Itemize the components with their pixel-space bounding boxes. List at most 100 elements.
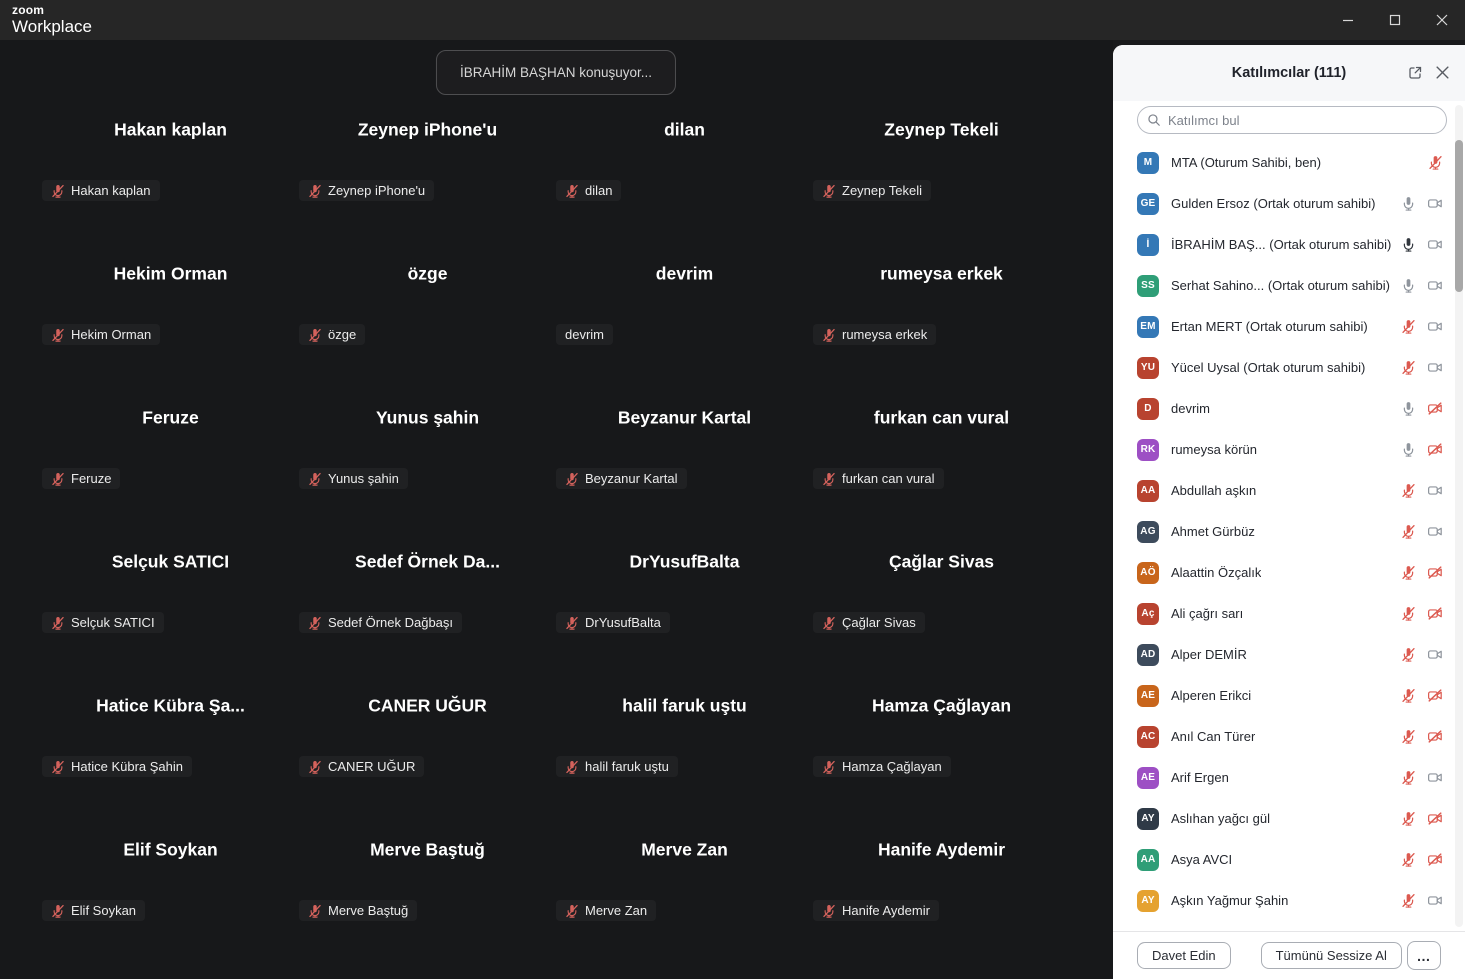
- mic-muted-icon: [308, 616, 322, 630]
- participant-tile[interactable]: Merve Baştuğ Merve Baştuğ: [299, 778, 556, 922]
- mic-muted-icon: [1401, 729, 1416, 744]
- participant-tile[interactable]: Hamza Çağlayan Hamza Çağlayan: [813, 634, 1070, 778]
- participant-status-icons: [1428, 155, 1443, 170]
- popout-panel-icon[interactable]: [1407, 65, 1423, 81]
- minimize-icon: [1342, 14, 1354, 26]
- participant-tile[interactable]: Selçuk SATICI Selçuk SATICI: [42, 490, 299, 634]
- participant-row[interactable]: AA Abdullah aşkın: [1113, 470, 1453, 511]
- participant-tile[interactable]: Sedef Örnek Da... Sedef Örnek Dağbaşı: [299, 490, 556, 634]
- mic-muted-icon: [1401, 606, 1416, 621]
- mic-muted-icon: [1428, 155, 1443, 170]
- participant-tile[interactable]: özge özge: [299, 202, 556, 346]
- participant-label-text: DrYusufBalta: [585, 615, 661, 630]
- close-window-button[interactable]: [1418, 0, 1465, 40]
- participant-row[interactable]: EM Ertan MERT (Ortak oturum sahibi): [1113, 306, 1453, 347]
- avatar: RK: [1137, 439, 1159, 461]
- logo-workplace-text: Workplace: [12, 18, 92, 35]
- participant-tile[interactable]: Hatice Kübra Şa... Hatice Kübra Şahin: [42, 634, 299, 778]
- participant-tile[interactable]: Hakan kaplan Hakan kaplan: [42, 58, 299, 202]
- participant-name-label: Zeynep Tekeli: [813, 180, 931, 201]
- participant-row[interactable]: AE Arif Ergen: [1113, 757, 1453, 798]
- participant-label-text: Selçuk SATICI: [71, 615, 155, 630]
- invite-button[interactable]: Davet Edin: [1137, 942, 1231, 969]
- participant-row[interactable]: AD Alper DEMİR: [1113, 634, 1453, 675]
- participant-name: Yücel Uysal (Ortak oturum sahibi): [1171, 360, 1365, 375]
- camera-off-icon: [1427, 688, 1443, 703]
- participant-tile[interactable]: Elif Soykan Elif Soykan: [42, 778, 299, 922]
- participant-row[interactable]: AC Anıl Can Türer: [1113, 716, 1453, 757]
- close-panel-icon[interactable]: [1435, 65, 1450, 80]
- participant-name: Ali çağrı sarı: [1171, 606, 1243, 621]
- participant-tile[interactable]: Beyzanur Kartal Beyzanur Kartal: [556, 346, 813, 490]
- participant-row[interactable]: AY Aşkın Yağmur Şahin: [1113, 880, 1453, 921]
- participant-tile[interactable]: CANER UĞUR CANER UĞUR: [299, 634, 556, 778]
- participant-name-label: Zeynep iPhone'u: [299, 180, 434, 201]
- participant-tile[interactable]: halil faruk uştu halil faruk uştu: [556, 634, 813, 778]
- mic-muted-icon: [308, 472, 322, 486]
- avatar: AÖ: [1137, 562, 1159, 584]
- camera-off-icon: [1427, 811, 1443, 826]
- participant-row[interactable]: İ İBRAHİM BAŞ... (Ortak oturum sahibi): [1113, 224, 1453, 265]
- maximize-button[interactable]: [1371, 0, 1418, 40]
- participant-tile[interactable]: Hanife Aydemir Hanife Aydemir: [813, 778, 1070, 922]
- participant-label-text: halil faruk uştu: [585, 759, 669, 774]
- mic-muted-icon: [822, 472, 836, 486]
- participant-display-name: Hamza Çağlayan: [813, 696, 1070, 717]
- participant-row[interactable]: AY Aslıhan yağcı gül: [1113, 798, 1453, 839]
- participant-display-name: halil faruk uştu: [556, 696, 813, 717]
- more-options-button[interactable]: …: [1407, 941, 1441, 970]
- camera-off-icon: [1427, 606, 1443, 621]
- participant-row[interactable]: D devrim: [1113, 388, 1453, 429]
- mic-muted-icon: [308, 328, 322, 342]
- participant-tile[interactable]: Hekim Orman Hekim Orman: [42, 202, 299, 346]
- participant-label-text: Hekim Orman: [71, 327, 151, 342]
- participant-name-label: Çağlar Sivas: [813, 612, 925, 633]
- participant-label-text: Yunus şahin: [328, 471, 399, 486]
- mic-muted-icon: [1401, 647, 1416, 662]
- participant-row[interactable]: AÖ Alaattin Özçalık: [1113, 552, 1453, 593]
- participant-row[interactable]: YU Yücel Uysal (Ortak oturum sahibi): [1113, 347, 1453, 388]
- camera-off-icon: [1427, 442, 1443, 457]
- mic-on-icon: [1401, 278, 1416, 293]
- panel-footer: Davet Edin Tümünü Sessize Al …: [1113, 931, 1465, 979]
- mute-all-button[interactable]: Tümünü Sessize Al: [1261, 942, 1402, 969]
- mic-muted-icon: [1401, 852, 1416, 867]
- participants-title: Katılımcılar (111): [1232, 65, 1346, 81]
- participant-name-label: Beyzanur Kartal: [556, 468, 687, 489]
- participant-tile[interactable]: Merve Zan Merve Zan: [556, 778, 813, 922]
- minimize-button[interactable]: [1324, 0, 1371, 40]
- participant-tile[interactable]: Feruze Feruze: [42, 346, 299, 490]
- participant-name-label: Hatice Kübra Şahin: [42, 756, 192, 777]
- participant-row[interactable]: RK rumeysa körün: [1113, 429, 1453, 470]
- participant-name-label: DrYusufBalta: [556, 612, 670, 633]
- participant-tile[interactable]: Çağlar Sivas Çağlar Sivas: [813, 490, 1070, 634]
- participant-tile[interactable]: rumeysa erkek rumeysa erkek: [813, 202, 1070, 346]
- avatar: AA: [1137, 480, 1159, 502]
- participant-row[interactable]: M MTA (Oturum Sahibi, ben): [1113, 142, 1453, 183]
- participant-row[interactable]: AA Asya AVCI: [1113, 839, 1453, 880]
- participant-label-text: Feruze: [71, 471, 111, 486]
- participant-tile[interactable]: Zeynep Tekeli Zeynep Tekeli: [813, 58, 1070, 202]
- participant-display-name: Merve Zan: [556, 840, 813, 861]
- participant-tile[interactable]: furkan can vural furkan can vural: [813, 346, 1070, 490]
- search-input[interactable]: [1137, 106, 1447, 134]
- participant-status-icons: [1401, 360, 1443, 375]
- participant-row[interactable]: SS Serhat Sahino... (Ortak oturum sahibi…: [1113, 265, 1453, 306]
- scrollbar-thumb[interactable]: [1455, 140, 1463, 292]
- participant-tile[interactable]: DrYusufBalta DrYusufBalta: [556, 490, 813, 634]
- close-icon: [1436, 14, 1448, 26]
- participant-row[interactable]: Aç Ali çağrı sarı: [1113, 593, 1453, 634]
- participant-row[interactable]: AG Ahmet Gürbüz: [1113, 511, 1453, 552]
- camera-on-icon: [1427, 196, 1443, 211]
- participant-name: Serhat Sahino... (Ortak oturum sahibi): [1171, 278, 1390, 293]
- participant-display-name: Yunus şahin: [299, 408, 556, 429]
- participant-row[interactable]: AE Alperen Erikci: [1113, 675, 1453, 716]
- participant-label-text: Zeynep Tekeli: [842, 183, 922, 198]
- participant-row[interactable]: GE Gulden Ersoz (Ortak oturum sahibi): [1113, 183, 1453, 224]
- camera-on-icon: [1427, 524, 1443, 539]
- participant-tile[interactable]: devrim devrim: [556, 202, 813, 346]
- window-controls: [1324, 0, 1465, 40]
- avatar: GE: [1137, 193, 1159, 215]
- avatar: YU: [1137, 357, 1159, 379]
- participant-tile[interactable]: Yunus şahin Yunus şahin: [299, 346, 556, 490]
